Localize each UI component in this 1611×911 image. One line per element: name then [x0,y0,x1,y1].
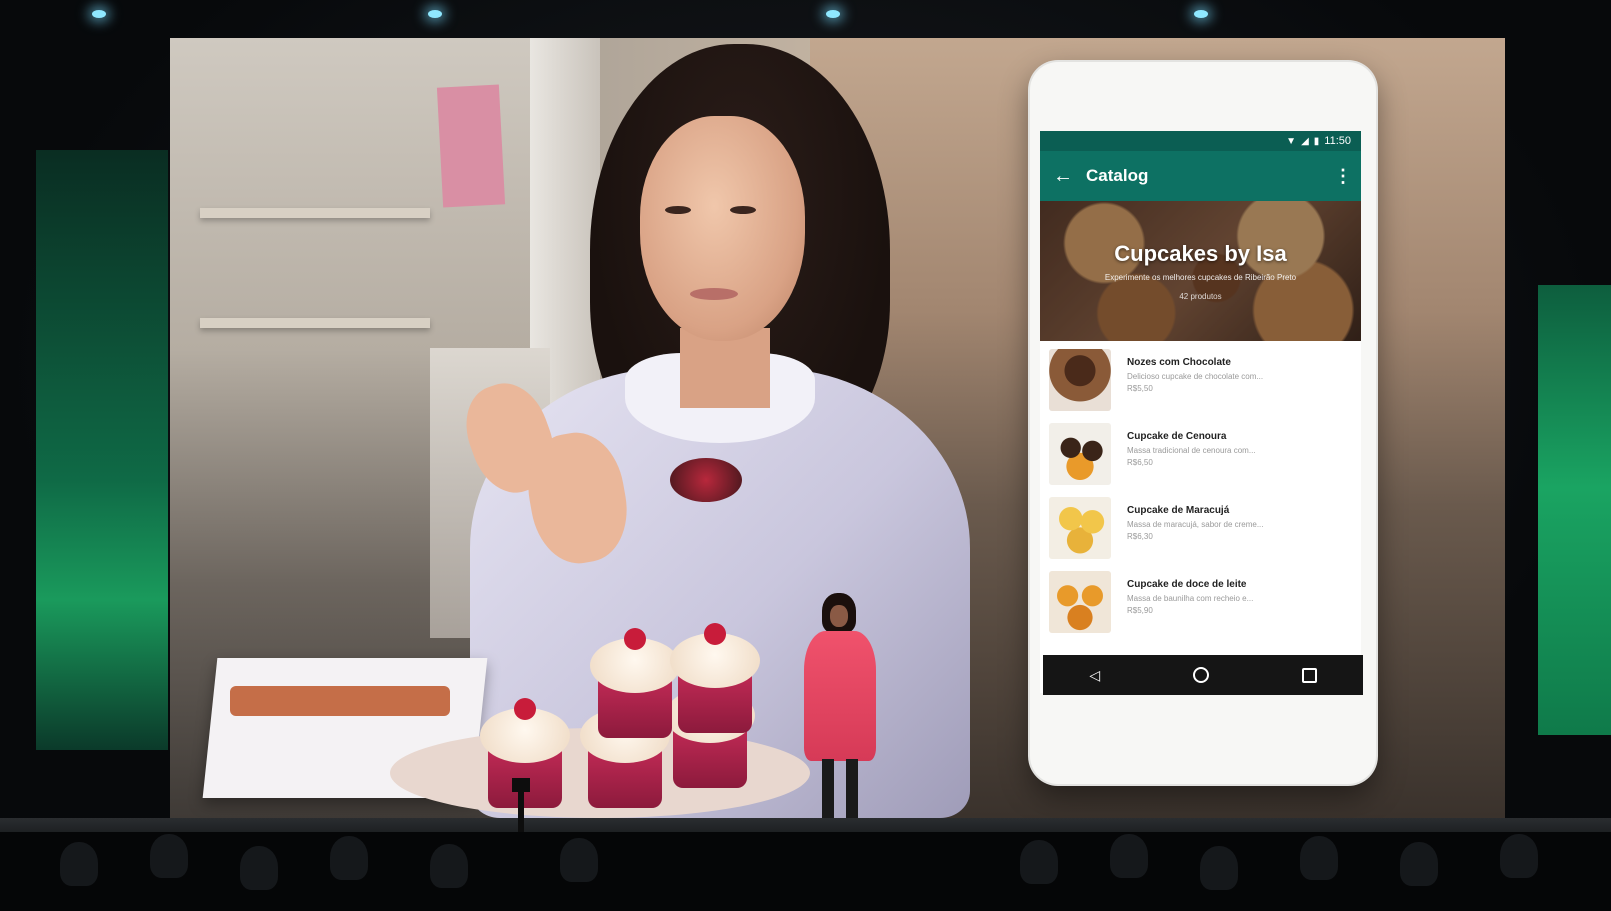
product-item[interactable]: Cupcake de Cenoura Massa tradicional de … [1040,423,1361,497]
coat-logo-patch [670,458,742,502]
cupcake-box-content [230,686,450,716]
product-name: Cupcake de Cenoura [1127,431,1227,442]
ceiling-light [1194,10,1208,18]
product-description: Massa de baunilha com recheio e... [1127,594,1254,603]
cupcake [670,623,760,733]
signal-icon: ◢ [1301,135,1309,147]
product-description: Massa tradicional de cenoura com... [1127,446,1256,455]
nav-recents-icon[interactable] [1301,667,1317,683]
product-price: R$5,50 [1127,384,1153,393]
lips [690,288,738,300]
audience [0,832,1611,911]
left-green-panel [36,150,168,750]
business-name: Cupcakes by Isa [1114,241,1287,266]
more-vert-icon[interactable]: ⋮ [1325,166,1361,187]
phone-screen: ▼ ◢ ▮ 11:50 ← Catalog ⋮ Cupcakes by Isa … [1040,131,1361,693]
product-name: Nozes com Chocolate [1127,357,1231,368]
product-item[interactable]: Nozes com Chocolate Delicioso cupcake de… [1040,349,1361,423]
pink-sign [436,84,506,208]
wifi-icon: ▼ [1286,135,1297,147]
shelf [200,208,430,218]
nav-home-icon[interactable] [1192,667,1209,683]
product-count: 42 produtos [1179,292,1222,301]
conference-stage: ▼ ◢ ▮ 11:50 ← Catalog ⋮ Cupcakes by Isa … [0,0,1611,911]
product-price: R$6,50 [1127,458,1153,467]
product-list: Nozes com Chocolate Delicioso cupcake de… [1040,341,1361,645]
ceiling-light [826,10,840,18]
business-description: Experimente os melhores cupcakes de Ribe… [1104,273,1297,282]
cupcake [590,628,680,738]
app-bar: ← Catalog ⋮ [1040,151,1361,201]
product-name: Cupcake de Maracujá [1127,505,1230,516]
ceiling-light [428,10,442,18]
product-item[interactable]: Cupcake de doce de leite Massa de baunil… [1040,571,1361,645]
woman-face [640,116,805,341]
eye [665,206,691,214]
status-time: 11:50 [1324,135,1351,147]
product-item[interactable]: Cupcake de Maracujá Massa de maracujá, s… [1040,497,1361,571]
product-thumbnail [1049,423,1111,485]
product-thumbnail [1049,571,1111,633]
battery-icon: ▮ [1313,135,1320,147]
shelf [200,318,430,328]
product-description: Delicioso cupcake de chocolate com... [1127,372,1264,381]
presenter [800,593,880,848]
catalog-hero-banner: Cupcakes by Isa Experimente os melhores … [1040,201,1361,341]
product-thumbnail [1049,497,1111,559]
product-price: R$6,30 [1127,532,1153,541]
android-nav-bar: ◁ [1043,655,1363,695]
product-description: Massa de maracujá, sabor de creme... [1127,520,1264,529]
right-green-panel [1538,285,1611,735]
ceiling-light [92,10,106,18]
arrow-back-icon[interactable]: ← [1040,165,1086,188]
product-price: R$5,90 [1127,606,1153,615]
eye [730,206,756,214]
product-name: Cupcake de doce de leite [1127,579,1247,590]
status-bar: ▼ ◢ ▮ 11:50 [1040,131,1361,151]
product-thumbnail [1049,349,1111,411]
nav-back-icon[interactable]: ◁ [1089,667,1100,684]
app-title: Catalog [1086,166,1149,185]
